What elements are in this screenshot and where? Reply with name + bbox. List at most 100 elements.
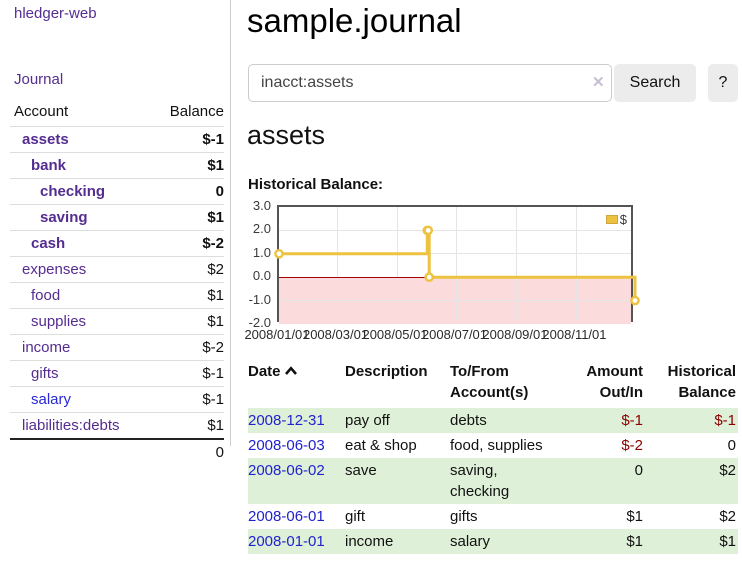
account-balance: $1	[153, 309, 224, 335]
register-header-description: Description	[345, 359, 450, 408]
transaction-description: save	[345, 458, 450, 504]
transaction-date-link[interactable]: 2008-01-01	[248, 533, 325, 550]
account-link-checking[interactable]: checking	[40, 183, 105, 200]
data-point-marker	[275, 250, 282, 257]
account-balance: $1	[153, 283, 224, 309]
transaction-accounts: saving, checking	[450, 458, 560, 504]
register-table: Date Description To/From Account(s) Amou…	[248, 359, 738, 554]
account-balance: $1	[153, 153, 224, 179]
data-point-marker	[631, 297, 638, 304]
accounts-header-account: Account	[10, 101, 153, 127]
account-link-salary[interactable]: salary	[31, 391, 71, 408]
transaction-accounts: gifts	[450, 504, 560, 529]
transaction-date-link[interactable]: 2008-06-01	[248, 508, 325, 525]
register-row: 2008-12-31 pay off debts $-1 $-1	[248, 408, 738, 433]
y-axis-tick-label: -1.0	[244, 292, 271, 307]
help-button[interactable]: ?	[708, 64, 738, 102]
account-row-expenses: expenses $2	[10, 257, 224, 283]
transaction-accounts: salary	[450, 529, 560, 554]
y-axis-tick-label: 0.0	[244, 268, 271, 283]
data-point-marker	[426, 274, 433, 281]
account-balance: $-2	[153, 335, 224, 361]
account-link-bank[interactable]: bank	[31, 157, 66, 174]
account-balance: $-1	[153, 387, 224, 413]
accounts-table-header-row: Account Balance	[10, 101, 224, 127]
account-heading: assets	[247, 120, 325, 151]
transaction-balance: 0	[645, 433, 738, 458]
chart-title: Historical Balance:	[248, 176, 383, 193]
historical-balance-chart: 3.02.01.00.0-1.0-2.0 $ 2008/01/012008/03…	[246, 205, 642, 347]
account-row-income: income $-2	[10, 335, 224, 361]
date-header-label: Date	[248, 363, 281, 380]
account-row-liabilities-debts: liabilities:debts $1	[10, 413, 224, 440]
transaction-balance: $1	[645, 529, 738, 554]
app-title-link[interactable]: hledger-web	[14, 5, 97, 22]
account-row-bank: bank $1	[10, 153, 224, 179]
account-balance: $-2	[153, 231, 224, 257]
account-balance: $-1	[153, 127, 224, 153]
clear-search-icon[interactable]: ✕	[592, 73, 605, 91]
search-button[interactable]: Search	[614, 64, 696, 102]
account-row-salary: salary $-1	[10, 387, 224, 413]
y-axis-tick-label: 2.0	[244, 221, 271, 236]
register-row: 2008-06-03 eat & shop food, supplies $-2…	[248, 433, 738, 458]
transaction-date-link[interactable]: 2008-06-02	[248, 462, 325, 479]
transaction-balance: $2	[645, 458, 738, 504]
register-header-amount: Amount Out/In	[560, 359, 645, 408]
sort-ascending-icon	[284, 366, 298, 376]
account-link-supplies[interactable]: supplies	[31, 313, 86, 330]
search-input[interactable]	[248, 64, 612, 102]
accounts-header-balance: Balance	[153, 101, 224, 127]
account-link-saving[interactable]: saving	[40, 209, 88, 226]
accounts-balance-table: Account Balance assets $-1 bank $1 check…	[10, 101, 224, 465]
account-balance: $1	[153, 205, 224, 231]
account-balance: $-1	[153, 361, 224, 387]
account-row-assets: assets $-1	[10, 127, 224, 153]
transaction-amount: 0	[560, 458, 645, 504]
account-link-income[interactable]: income	[22, 339, 70, 356]
transaction-accounts: food, supplies	[450, 433, 560, 458]
account-balance: 0	[153, 179, 224, 205]
transaction-amount: $-2	[560, 433, 645, 458]
account-link-liabilities-debts[interactable]: liabilities:debts	[22, 417, 120, 434]
account-row-gifts: gifts $-1	[10, 361, 224, 387]
accounts-total-balance: 0	[153, 439, 224, 465]
x-axis-tick-label: 2008/11/01	[539, 327, 609, 342]
account-link-gifts[interactable]: gifts	[31, 365, 59, 382]
data-point-marker	[425, 227, 432, 234]
transaction-date-link[interactable]: 2008-06-03	[248, 437, 325, 454]
account-balance: $1	[153, 413, 224, 440]
chart-plot-area: $	[277, 205, 633, 322]
transaction-accounts: debts	[450, 408, 560, 433]
account-row-supplies: supplies $1	[10, 309, 224, 335]
sidebar: hledger-web Journal Account Balance asse…	[0, 0, 231, 446]
account-link-expenses[interactable]: expenses	[22, 261, 86, 278]
account-link-assets[interactable]: assets	[22, 131, 69, 148]
transaction-amount: $1	[560, 529, 645, 554]
transaction-amount: $-1	[560, 408, 645, 433]
register-row: 2008-06-01 gift gifts $1 $2	[248, 504, 738, 529]
sidebar-item-journal[interactable]: Journal	[14, 71, 63, 88]
account-link-cash[interactable]: cash	[31, 235, 65, 252]
register-header-date[interactable]: Date	[248, 359, 345, 408]
transaction-balance: $2	[645, 504, 738, 529]
account-link-food[interactable]: food	[31, 287, 60, 304]
account-row-cash: cash $-2	[10, 231, 224, 257]
account-row-checking: checking 0	[10, 179, 224, 205]
transaction-description: gift	[345, 504, 450, 529]
transaction-date-link[interactable]: 2008-12-31	[248, 412, 325, 429]
transaction-description: pay off	[345, 408, 450, 433]
register-row: 2008-01-01 income salary $1 $1	[248, 529, 738, 554]
register-header-balance: Historical Balance	[645, 359, 738, 408]
register-header-accounts: To/From Account(s)	[450, 359, 560, 408]
accounts-total-row: 0	[10, 439, 224, 465]
register-row: 2008-06-02 save saving, checking 0 $2	[248, 458, 738, 504]
chart-y-axis: 3.02.01.00.0-1.0-2.0	[246, 205, 273, 326]
transaction-description: income	[345, 529, 450, 554]
chart-x-axis: 2008/01/012008/03/012008/05/012008/07/01…	[277, 327, 633, 343]
y-axis-tick-label: 1.0	[244, 245, 271, 260]
account-balance: $2	[153, 257, 224, 283]
account-row-food: food $1	[10, 283, 224, 309]
register-header-row: Date Description To/From Account(s) Amou…	[248, 359, 738, 408]
transaction-description: eat & shop	[345, 433, 450, 458]
